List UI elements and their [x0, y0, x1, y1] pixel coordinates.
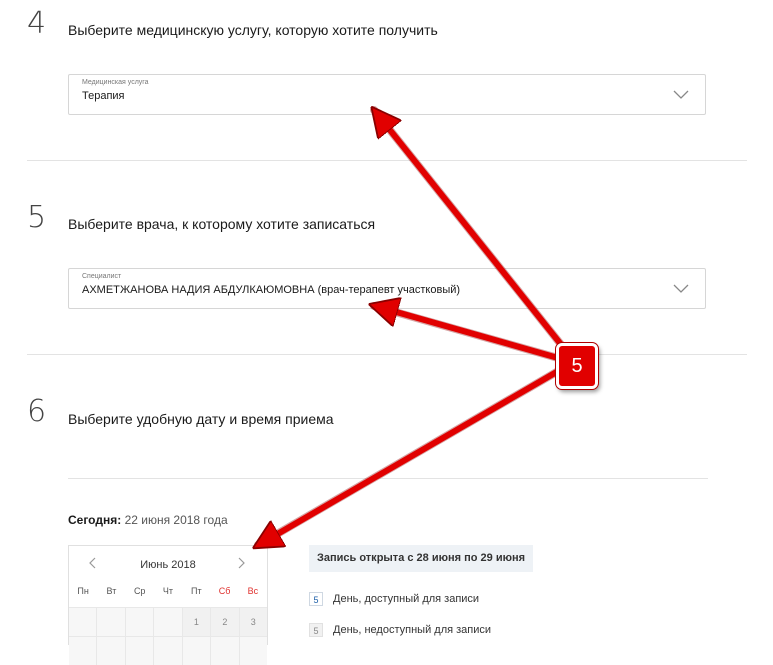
legend-available: 5 День, доступный для записи: [309, 590, 479, 608]
medical-service-value: Терапия: [82, 90, 125, 102]
legend-unavailable-swatch: 5: [309, 623, 323, 637]
calendar-day[interactable]: 1: [182, 608, 212, 636]
calendar-day: [97, 608, 126, 636]
calendar-header: Июнь 2018: [69, 546, 267, 582]
specialist-caption: Специалист: [82, 273, 122, 280]
record-open-badge: Запись открыта с 28 июня по 29 июня: [309, 545, 534, 572]
calendar-day: [154, 608, 183, 636]
step-6-title: Выберите удобную дату и время приема: [68, 411, 334, 427]
chevron-right-icon[interactable]: [235, 556, 247, 570]
calendar-day: [211, 637, 240, 665]
calendar-week-row: 1 2 3: [69, 607, 267, 636]
legend-available-swatch: 5: [309, 592, 323, 606]
calendar-week-row: [69, 636, 267, 665]
weekday-sun: Вс: [247, 586, 259, 596]
step-4-number: 4: [27, 6, 47, 41]
section-divider: [27, 354, 747, 355]
today-line: Сегодня: 22 июня 2018 года: [68, 513, 228, 527]
calendar-grid: 1 2 3: [69, 607, 267, 665]
arrow-to-calendar: [258, 366, 564, 545]
step-4-title: Выберите медицинскую услугу, которую хот…: [68, 22, 438, 38]
medical-service-select[interactable]: Медицинская услуга Терапия: [68, 74, 706, 115]
calendar-day: [69, 608, 98, 636]
weekday-thu: Чт: [162, 586, 174, 596]
annotation-callout: 5: [556, 343, 598, 389]
specialist-select[interactable]: Специалист АХМЕТЖАНОВА НАДИЯ АБДУЛКАЮМОВ…: [68, 268, 706, 309]
legend-unavailable-text: День, недоступный для записи: [333, 624, 492, 636]
arrow-to-service-select: [370, 110, 571, 356]
specialist-value: АХМЕТЖАНОВА НАДИЯ АБДУЛКАЮМОВНА (врач-те…: [82, 284, 461, 296]
calendar-day[interactable]: 3: [239, 608, 267, 636]
calendar-day: [154, 637, 183, 665]
calendar-day: [182, 637, 212, 665]
weekday-mon: Пн: [77, 586, 89, 596]
step-5-number: 5: [27, 200, 47, 235]
today-label: Сегодня:: [68, 513, 122, 527]
step-6-number: 6: [27, 394, 47, 429]
calendar-day: [239, 637, 267, 665]
calendar-day[interactable]: 2: [211, 608, 240, 636]
chevron-down-icon: [673, 90, 689, 99]
weekday-tue: Вт: [106, 586, 117, 596]
legend-available-text: День, доступный для записи: [333, 593, 480, 605]
section-divider: [27, 160, 747, 161]
calendar-day: [125, 637, 155, 665]
weekday-wed: Ср: [133, 586, 146, 596]
medical-service-caption: Медицинская услуга: [82, 79, 149, 86]
weekday-fri: Пт: [190, 586, 202, 596]
arrow-to-specialist-select: [374, 306, 562, 362]
chevron-down-icon: [673, 284, 689, 293]
legend-unavailable: 5 День, недоступный для записи: [309, 621, 491, 639]
calendar-day: [125, 608, 155, 636]
date-section-divider: [68, 478, 708, 479]
step-5-title: Выберите врача, к которому хотите записа…: [68, 216, 376, 232]
calendar-day: [69, 637, 98, 665]
calendar-day: [97, 637, 126, 665]
weekday-sat: Сб: [218, 586, 231, 596]
calendar-weekdays: Пн Вт Ср Чт Пт Сб Вс: [69, 586, 267, 604]
today-value: 22 июня 2018 года: [124, 513, 228, 527]
date-calendar: Июнь 2018 Пн Вт Ср Чт Пт Сб Вс 1 2 3: [68, 545, 268, 665]
